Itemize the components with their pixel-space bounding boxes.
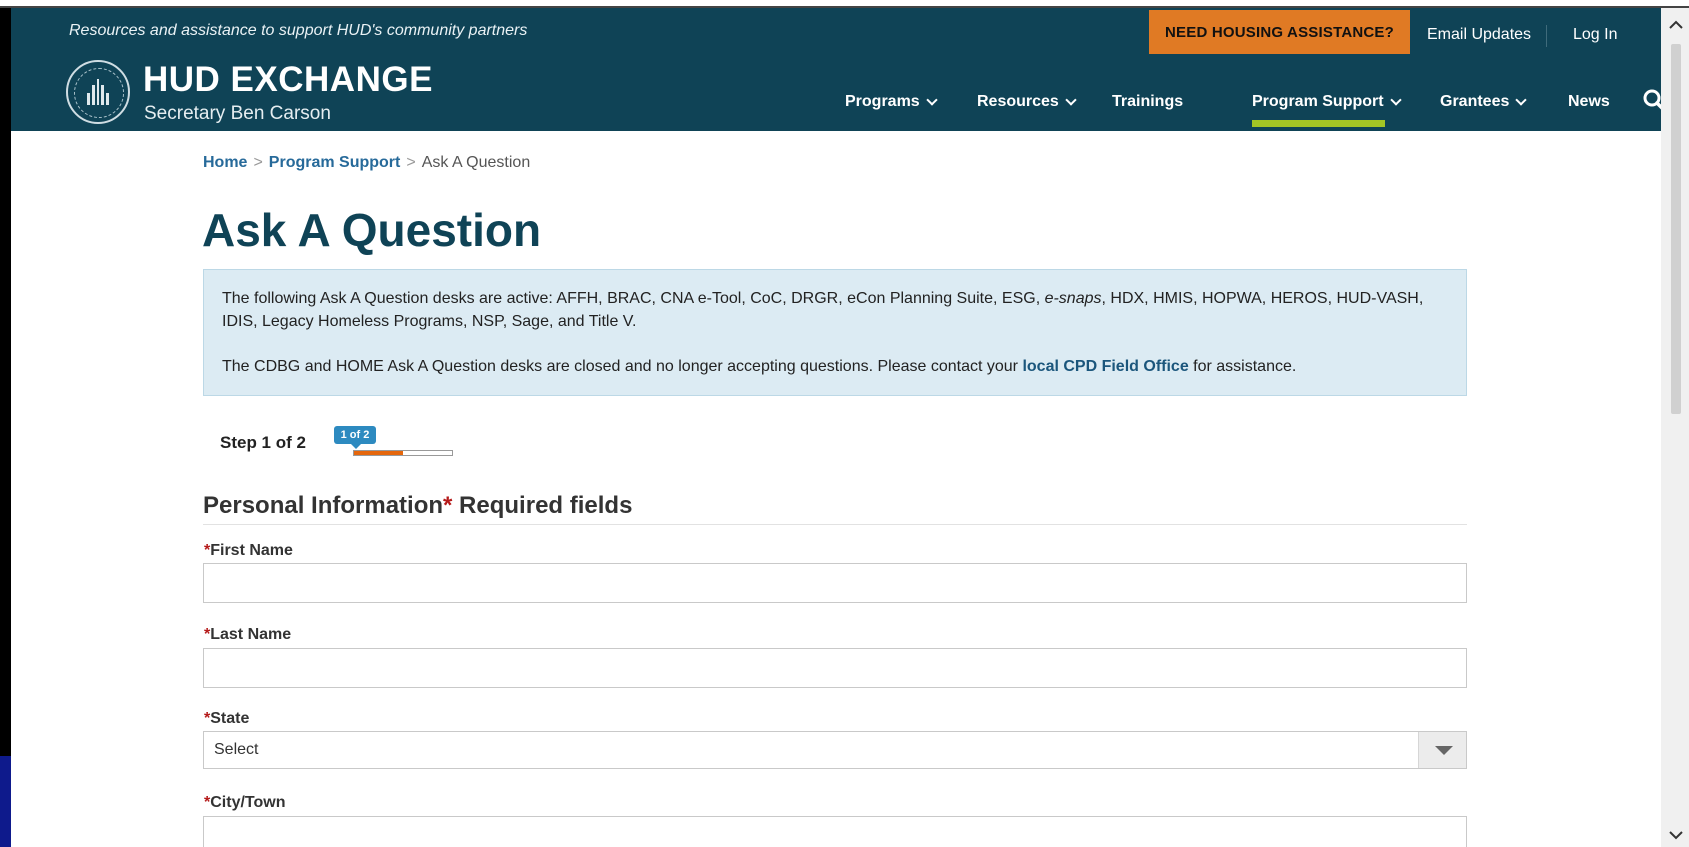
breadcrumb-program-support-link[interactable]: Program Support <box>269 154 401 171</box>
header-separator <box>1546 25 1547 47</box>
chevron-down-icon <box>926 93 938 106</box>
chevron-down-icon <box>1065 93 1077 106</box>
notice-closed-desks: The CDBG and HOME Ask A Question desks a… <box>222 358 1297 375</box>
notice-active-desks: The following Ask A Question desks are a… <box>222 290 1424 330</box>
city-town-input[interactable] <box>203 816 1467 847</box>
breadcrumb-separator: > <box>253 154 263 171</box>
scrollbar-thumb[interactable] <box>1671 44 1681 414</box>
local-cpd-field-office-link[interactable]: local CPD Field Office <box>1022 358 1188 375</box>
need-housing-assistance-button[interactable]: NEED HOUSING ASSISTANCE? <box>1149 10 1410 54</box>
first-name-label: *First Name <box>204 542 293 559</box>
last-name-label: *Last Name <box>204 626 292 643</box>
site-logo-subtitle: Secretary Ben Carson <box>144 103 331 124</box>
dropdown-arrow-icon[interactable] <box>1418 732 1466 768</box>
nav-news[interactable]: News <box>1568 93 1610 111</box>
scroll-down-arrow-icon[interactable] <box>1667 826 1685 844</box>
nav-program-support[interactable]: Program Support <box>1252 93 1402 111</box>
chevron-down-icon <box>1389 93 1402 106</box>
browser-viewport: Resources and assistance to support HUD'… <box>11 8 1672 847</box>
page-scrollbar[interactable] <box>1661 8 1689 847</box>
header-tagline: Resources and assistance to support HUD'… <box>69 22 528 39</box>
chevron-down-icon <box>1515 93 1528 106</box>
page-title: Ask A Question <box>202 204 542 256</box>
nav-active-indicator <box>1252 120 1385 127</box>
state-select[interactable]: Select <box>203 731 1467 769</box>
step-badge: 1 of 2 <box>334 426 376 449</box>
hud-seal-icon[interactable] <box>66 60 130 124</box>
nav-grantees[interactable]: Grantees <box>1440 93 1528 111</box>
city-town-label: *City/Town <box>204 794 286 811</box>
breadcrumb: Home > Program Support > Ask A Question <box>203 154 530 172</box>
first-name-input[interactable] <box>203 563 1467 603</box>
scroll-up-arrow-icon[interactable] <box>1667 16 1685 34</box>
section-title: Personal Information* Required fields <box>203 492 633 519</box>
email-updates-link[interactable]: Email Updates <box>1427 26 1531 44</box>
window-top-border <box>0 0 1689 8</box>
state-select-value: Select <box>214 741 259 758</box>
site-logo-title[interactable]: HUD EXCHANGE <box>143 60 433 100</box>
state-label: *State <box>204 710 250 727</box>
last-name-input[interactable] <box>203 648 1467 688</box>
breadcrumb-separator: > <box>406 154 416 171</box>
breadcrumb-current: Ask A Question <box>421 154 531 171</box>
step-progress-bar <box>353 450 453 456</box>
nav-trainings[interactable]: Trainings <box>1112 93 1183 111</box>
active-desks-notice: The following Ask A Question desks are a… <box>203 269 1467 396</box>
nav-resources[interactable]: Resources <box>977 93 1077 111</box>
login-link[interactable]: Log In <box>1573 26 1617 44</box>
breadcrumb-home-link[interactable]: Home <box>203 154 247 171</box>
section-divider <box>203 524 1467 525</box>
step-label: Step 1 of 2 <box>220 433 306 452</box>
nav-programs[interactable]: Programs <box>845 93 938 111</box>
background-desktop-edge <box>0 756 11 847</box>
step-progress-fill <box>354 451 403 455</box>
site-header: Resources and assistance to support HUD'… <box>11 8 1672 131</box>
